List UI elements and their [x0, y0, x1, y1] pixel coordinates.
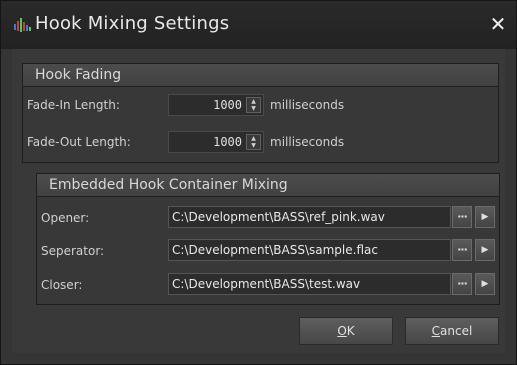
ellipsis-icon: ··· [457, 210, 468, 223]
cancel-button[interactable]: Cancel [405, 317, 499, 345]
closer-browse-button[interactable]: ··· [452, 273, 472, 295]
cancel-label-rest: ancel [440, 324, 473, 338]
seperator-browse-button[interactable]: ··· [452, 239, 472, 261]
hook-fading-title: Hook Fading [35, 67, 122, 83]
window-title: Hook Mixing Settings [35, 13, 230, 34]
seperator-play-button[interactable]: ▶ [475, 239, 495, 261]
ellipsis-icon: ··· [457, 243, 468, 256]
fade-out-unit: milliseconds [270, 135, 345, 149]
fade-in-label: Fade-In Length: [27, 98, 120, 112]
opener-path-value[interactable]: C:\Development\BASS\ref_pink.wav [172, 210, 385, 224]
hook-fading-header: Hook Fading [23, 64, 498, 87]
close-icon: ✕ [489, 12, 507, 36]
fade-out-decrement-icon[interactable]: ▼ [247, 142, 260, 149]
closer-play-button[interactable]: ▶ [475, 273, 495, 295]
fade-out-spinbox[interactable]: 1000 ▲ ▼ [168, 131, 264, 153]
ok-accelerator: O [337, 324, 347, 338]
fade-in-decrement-icon[interactable]: ▼ [247, 105, 260, 112]
seperator-label: Seperator: [41, 244, 105, 258]
dialog-window: Hook Mixing Settings ✕ Hook Fading Fade-… [0, 0, 517, 365]
closer-path-value[interactable]: C:\Development\BASS\test.wav [172, 277, 360, 291]
opener-browse-button[interactable]: ··· [452, 206, 472, 228]
fade-in-unit: milliseconds [270, 98, 345, 112]
closer-path-field[interactable]: C:\Development\BASS\test.wav [168, 273, 451, 295]
waveform-app-icon [14, 18, 31, 32]
fade-out-label: Fade-Out Length: [27, 135, 131, 149]
close-button[interactable]: ✕ [486, 11, 510, 37]
opener-path-field[interactable]: C:\Development\BASS\ref_pink.wav [168, 206, 451, 228]
cancel-accelerator: C [431, 324, 441, 338]
title-bar[interactable]: Hook Mixing Settings ✕ [1, 1, 516, 49]
container-mixing-title: Embedded Hook Container Mixing [49, 177, 288, 193]
ellipsis-icon: ··· [457, 277, 468, 290]
play-icon: ▶ [481, 279, 489, 289]
fade-in-value[interactable]: 1000 [213, 98, 242, 112]
container-mixing-header: Embedded Hook Container Mixing [37, 174, 499, 197]
seperator-path-value[interactable]: C:\Development\BASS\sample.flac [172, 243, 378, 257]
fade-in-stepper[interactable]: ▲ ▼ [246, 97, 261, 113]
fade-out-stepper[interactable]: ▲ ▼ [246, 134, 261, 150]
opener-play-button[interactable]: ▶ [475, 206, 495, 228]
ok-label-rest: K [346, 324, 355, 338]
fade-in-spinbox[interactable]: 1000 ▲ ▼ [168, 94, 264, 116]
hook-fading-group: Hook Fading Fade-In Length: 1000 ▲ ▼ mil… [22, 63, 499, 163]
play-icon: ▶ [481, 212, 489, 222]
ok-button[interactable]: OK [299, 317, 393, 345]
fade-out-increment-icon[interactable]: ▲ [247, 135, 260, 142]
fade-in-increment-icon[interactable]: ▲ [247, 98, 260, 105]
fade-out-value[interactable]: 1000 [213, 135, 242, 149]
opener-label: Opener: [41, 211, 90, 225]
play-icon: ▶ [481, 245, 489, 255]
seperator-path-field[interactable]: C:\Development\BASS\sample.flac [168, 239, 451, 261]
closer-label: Closer: [41, 278, 83, 292]
